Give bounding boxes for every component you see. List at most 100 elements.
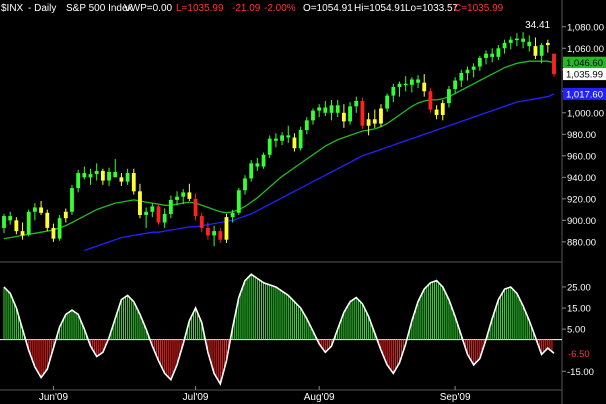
sma-short-line — [3, 60, 555, 240]
candle-body — [193, 198, 198, 217]
candle-body — [521, 38, 526, 42]
candle-body — [70, 188, 74, 212]
candle-body — [32, 207, 37, 212]
price-tick-label: 940.00 — [567, 173, 596, 184]
candle-body — [366, 119, 371, 126]
candle-body — [20, 231, 25, 236]
header-last: L=1035.99 — [176, 3, 224, 14]
candle-body — [341, 112, 346, 122]
candle-body — [175, 196, 179, 200]
candle-body — [168, 199, 173, 214]
candle-body — [391, 86, 396, 96]
candle-body — [224, 217, 229, 240]
candle-body — [76, 173, 81, 189]
candle-body — [372, 119, 377, 124]
candle-body — [317, 107, 322, 111]
candle-body — [230, 212, 235, 218]
x-tick-label: Aug'09 — [304, 392, 335, 403]
price-tick-label: 980.00 — [567, 130, 596, 141]
candle-body — [51, 227, 56, 239]
header-close: C=1035.99 — [454, 3, 504, 14]
header-index-name: S&P 500 Index — [66, 3, 133, 14]
candle-body — [447, 89, 451, 104]
candle-body — [119, 177, 124, 182]
candle-body — [545, 42, 550, 46]
x-tick-label: Jun'09 — [39, 392, 69, 403]
candle-body — [286, 135, 291, 138]
candle-body — [440, 103, 445, 115]
candle-body — [2, 216, 6, 228]
candle-body — [113, 171, 118, 178]
candle-body — [8, 216, 13, 221]
candle-body — [131, 173, 136, 192]
oscillator-axis: 25.00 15.00 5.00 -15.00 -6.50 — [562, 282, 606, 378]
candle-body — [45, 212, 50, 228]
x-tick-label: Sep'09 — [440, 392, 471, 403]
candle-body — [552, 53, 556, 75]
price-tick-label: 920.00 — [567, 194, 596, 205]
candle-body — [323, 107, 328, 113]
price-label: 1,046.60 — [566, 58, 603, 69]
candle-body — [515, 38, 519, 41]
candle-body — [212, 231, 217, 236]
x-tick-label: Jul'09 — [183, 392, 209, 403]
price-tick-label: 880.00 — [567, 237, 596, 248]
candle-body — [539, 45, 544, 56]
candle-body — [94, 170, 99, 175]
candle-body — [490, 53, 495, 57]
candle-body — [496, 48, 501, 57]
price-tick-label: 960.00 — [567, 151, 596, 162]
header-open: O=1054.91 — [303, 3, 353, 14]
candle-body — [348, 106, 352, 122]
price-tick-label: 1,060.00 — [567, 44, 604, 55]
candle-body — [162, 213, 167, 223]
sma-long-line — [84, 93, 555, 252]
candle-body — [187, 192, 192, 199]
candle-body — [88, 174, 93, 178]
candle-body — [249, 163, 254, 179]
candle-body — [298, 130, 303, 149]
header-change: -21.09 — [232, 3, 261, 14]
candle-body — [125, 173, 130, 182]
candle-body — [416, 79, 420, 83]
candle-body — [471, 66, 476, 70]
header-period: - Daily — [28, 3, 56, 14]
candle-body — [428, 91, 433, 110]
candle-body — [453, 80, 458, 90]
candle-body — [138, 191, 142, 215]
candle-body — [267, 138, 272, 155]
candle-body — [434, 109, 439, 115]
candle-body — [57, 218, 62, 239]
price-label: 1,035.99 — [566, 70, 603, 81]
header-vwp: VWP=0.00 — [124, 3, 173, 14]
candle-body — [422, 82, 427, 92]
osc-tick-label: -15.00 — [567, 367, 594, 378]
candles-group: 34.41 — [2, 20, 556, 247]
candle-body — [107, 171, 111, 181]
candle-body — [236, 190, 241, 213]
candle-body — [206, 227, 210, 236]
osc-tick-label: 15.00 — [567, 304, 591, 315]
candle-body — [63, 211, 68, 219]
sma-short-path — [3, 60, 555, 240]
candle-body — [385, 95, 390, 109]
candle-body — [502, 42, 507, 49]
candle-body — [26, 211, 31, 235]
osc-tick-label: 5.00 — [567, 325, 586, 336]
header-low: Lo=1033.57 — [405, 3, 459, 14]
header-ticker: $INX — [1, 3, 24, 14]
sma-long-path — [84, 93, 555, 252]
stock-chart: $INX - Daily S&P 500 Index VWP=0.00 L=10… — [0, 0, 606, 404]
candle-body — [39, 207, 43, 213]
candle-body — [379, 108, 383, 124]
candle-body — [477, 57, 482, 67]
candle-body — [144, 211, 149, 215]
candle-body — [292, 137, 297, 149]
candle-body — [273, 138, 278, 141]
candle-body — [527, 41, 532, 47]
candle-body — [199, 216, 204, 228]
price-tick-label: 1,080.00 — [567, 22, 604, 33]
candle-body — [465, 69, 470, 74]
candle-body — [354, 100, 359, 107]
candle-body — [150, 206, 155, 212]
